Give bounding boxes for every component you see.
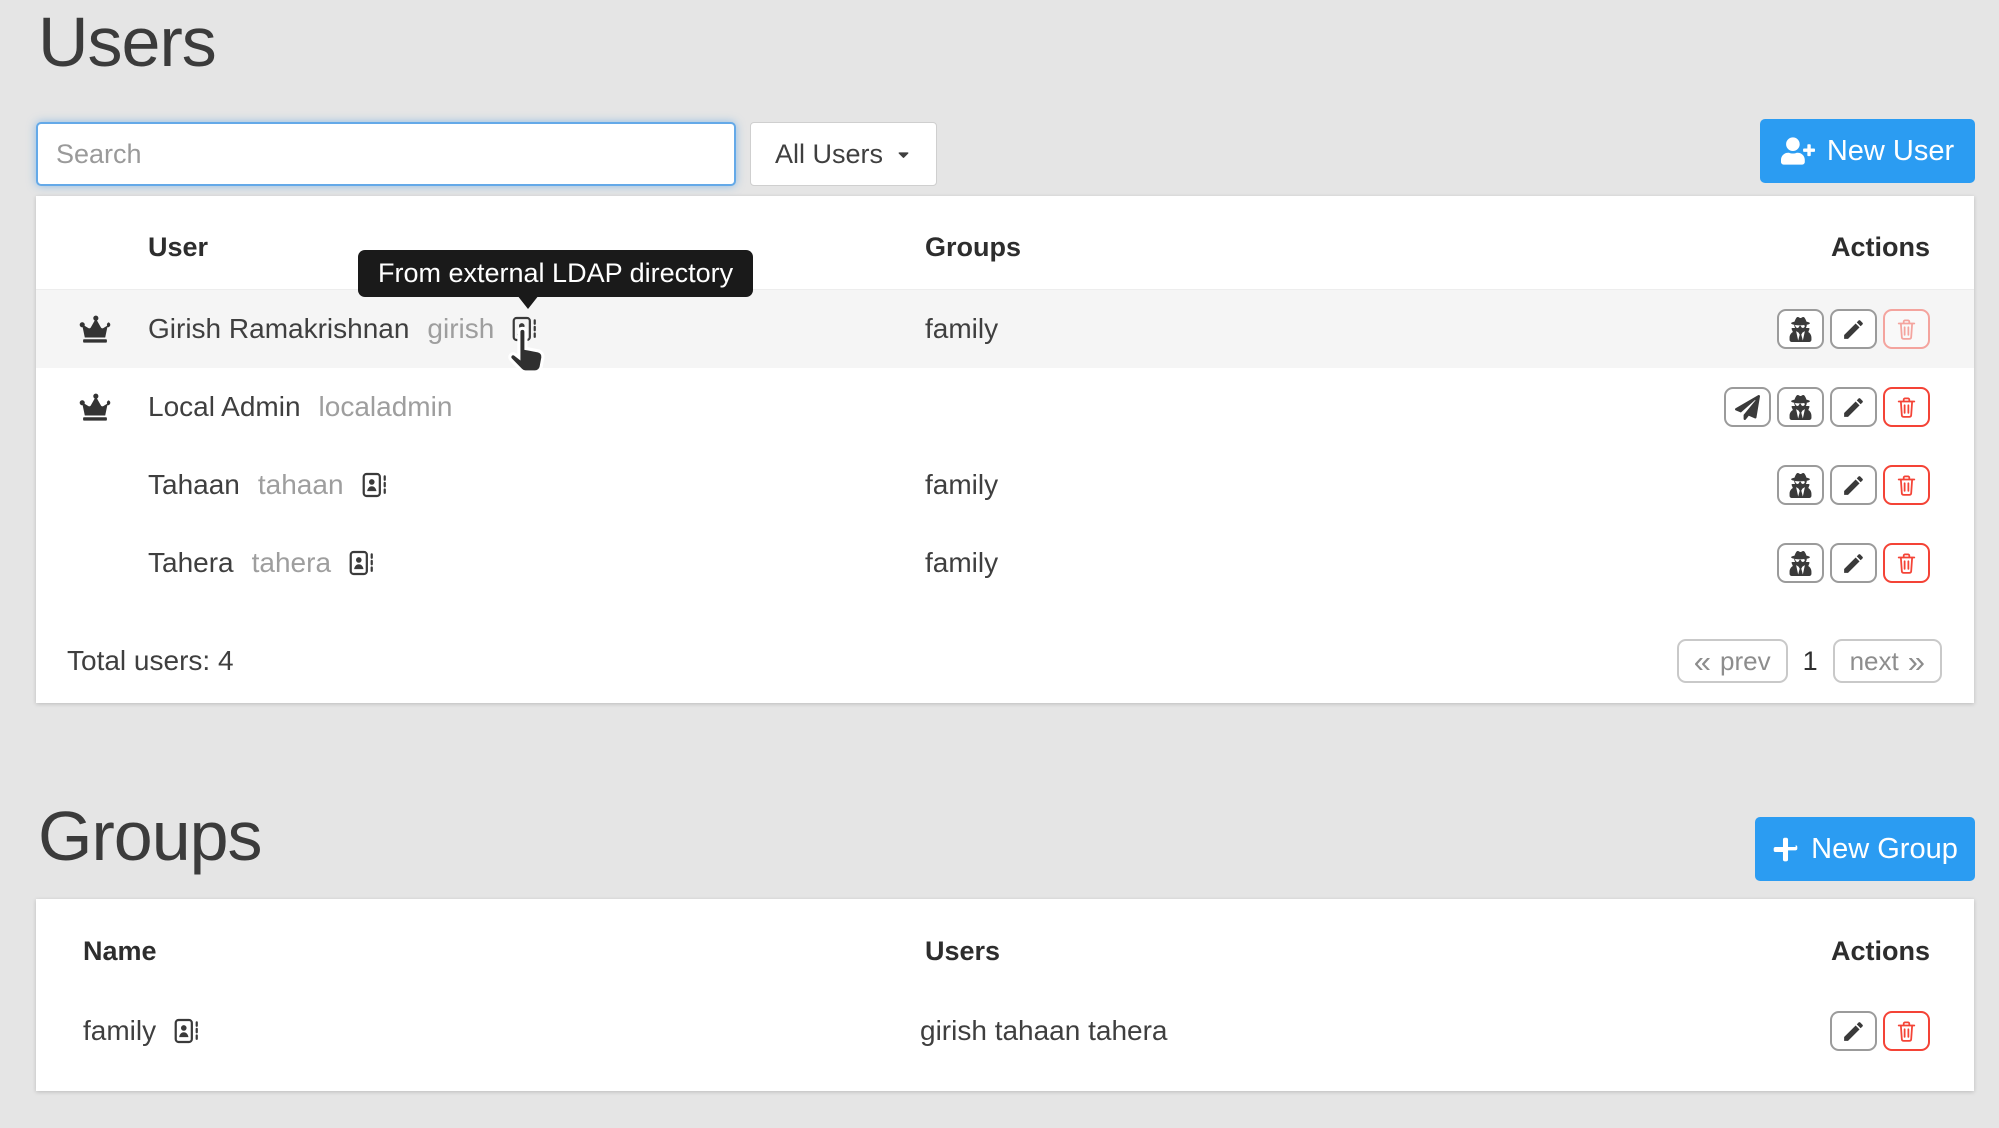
plus-icon (1772, 836, 1799, 863)
user-display-name: Tahera (148, 547, 234, 579)
ldap-tooltip: From external LDAP directory (358, 250, 753, 297)
column-header-users: Users (925, 936, 1000, 967)
next-page-label: next (1850, 646, 1899, 677)
pencil-icon (1841, 473, 1866, 498)
impersonate-button[interactable] (1777, 465, 1824, 505)
prev-page-button[interactable]: « prev (1677, 639, 1788, 683)
column-header-groups: Groups (925, 232, 1021, 263)
groups-page-title: Groups (38, 796, 262, 876)
double-chevron-left-icon: « (1694, 646, 1711, 677)
column-header-user: User (148, 232, 208, 263)
user-username: tahaan (258, 469, 344, 501)
impersonate-button[interactable] (1777, 387, 1824, 427)
pagination: « prev 1 next » (1677, 639, 1942, 683)
edit-user-button[interactable] (1830, 309, 1877, 349)
user-groups: family (925, 313, 998, 345)
user-secret-icon (1788, 473, 1813, 498)
double-chevron-right-icon: » (1908, 646, 1925, 677)
tooltip-arrow (517, 295, 539, 309)
user-username: girish (427, 313, 494, 345)
delete-user-button[interactable] (1883, 465, 1930, 505)
group-users-list: girish tahaan tahera (920, 1015, 1168, 1047)
prev-page-label: prev (1720, 646, 1771, 677)
trash-icon (1894, 317, 1919, 342)
user-filter-label: All Users (775, 139, 883, 170)
new-user-label: New User (1827, 135, 1954, 168)
group-row-family: family girish tahaan tahera (36, 998, 1974, 1064)
delete-user-button[interactable] (1883, 543, 1930, 583)
groups-table: Name Users Actions family girish tahaan … (36, 899, 1974, 1091)
user-secret-icon (1788, 395, 1813, 420)
caret-down-icon (895, 146, 912, 163)
ldap-contact-icon[interactable] (347, 549, 375, 577)
column-header-name: Name (83, 936, 157, 967)
trash-icon (1894, 473, 1919, 498)
pencil-icon (1841, 395, 1866, 420)
ldap-contact-icon[interactable] (360, 471, 388, 499)
edit-group-button[interactable] (1830, 1011, 1877, 1051)
user-display-name: Girish Ramakrishnan (148, 313, 409, 345)
pencil-icon (1841, 1019, 1866, 1044)
users-page-title: Users (38, 2, 216, 82)
new-user-button[interactable]: New User (1760, 119, 1975, 183)
search-input[interactable] (36, 122, 736, 186)
delete-user-button[interactable] (1883, 309, 1930, 349)
user-secret-icon (1788, 551, 1813, 576)
next-page-button[interactable]: next » (1833, 639, 1942, 683)
user-row-localadmin: Local Admin localadmin (36, 368, 1974, 446)
user-display-name: Tahaan (148, 469, 240, 501)
new-group-button[interactable]: New Group (1755, 817, 1975, 881)
user-row-tahera: Tahera tahera family (36, 524, 1974, 602)
impersonate-button[interactable] (1777, 543, 1824, 583)
total-users-label: Total users: 4 (67, 645, 234, 677)
delete-group-button[interactable] (1883, 1011, 1930, 1051)
user-row-girish: Girish Ramakrishnan girish family (36, 290, 1974, 368)
column-header-actions: Actions (1831, 232, 1930, 263)
user-secret-icon (1788, 317, 1813, 342)
send-invite-button[interactable] (1724, 387, 1771, 427)
admin-crown-icon (78, 393, 112, 421)
trash-icon (1894, 551, 1919, 576)
trash-icon (1894, 1019, 1919, 1044)
pointer-cursor-icon (502, 325, 552, 375)
users-table-header: User Groups Actions (36, 196, 1974, 290)
impersonate-button[interactable] (1777, 309, 1824, 349)
user-plus-icon (1781, 137, 1815, 165)
edit-user-button[interactable] (1830, 465, 1877, 505)
trash-icon (1894, 395, 1919, 420)
user-groups: family (925, 469, 998, 501)
pencil-icon (1841, 551, 1866, 576)
pencil-icon (1841, 317, 1866, 342)
user-username: localadmin (319, 391, 453, 423)
current-page-number: 1 (1803, 646, 1818, 677)
user-display-name: Local Admin (148, 391, 301, 423)
groups-table-header: Name Users Actions (36, 899, 1974, 993)
column-header-actions: Actions (1831, 936, 1930, 967)
admin-crown-icon (78, 315, 112, 343)
user-username: tahera (252, 547, 331, 579)
edit-user-button[interactable] (1830, 543, 1877, 583)
edit-user-button[interactable] (1830, 387, 1877, 427)
group-name: family (83, 1015, 156, 1047)
user-filter-dropdown[interactable]: All Users (750, 122, 937, 186)
user-row-tahaan: Tahaan tahaan family (36, 446, 1974, 524)
new-group-label: New Group (1811, 833, 1958, 866)
delete-user-button[interactable] (1883, 387, 1930, 427)
user-groups: family (925, 547, 998, 579)
users-table: User Groups Actions Girish Ramakrishnan … (36, 196, 1974, 703)
paper-plane-icon (1735, 395, 1760, 420)
ldap-contact-icon[interactable] (172, 1017, 200, 1045)
